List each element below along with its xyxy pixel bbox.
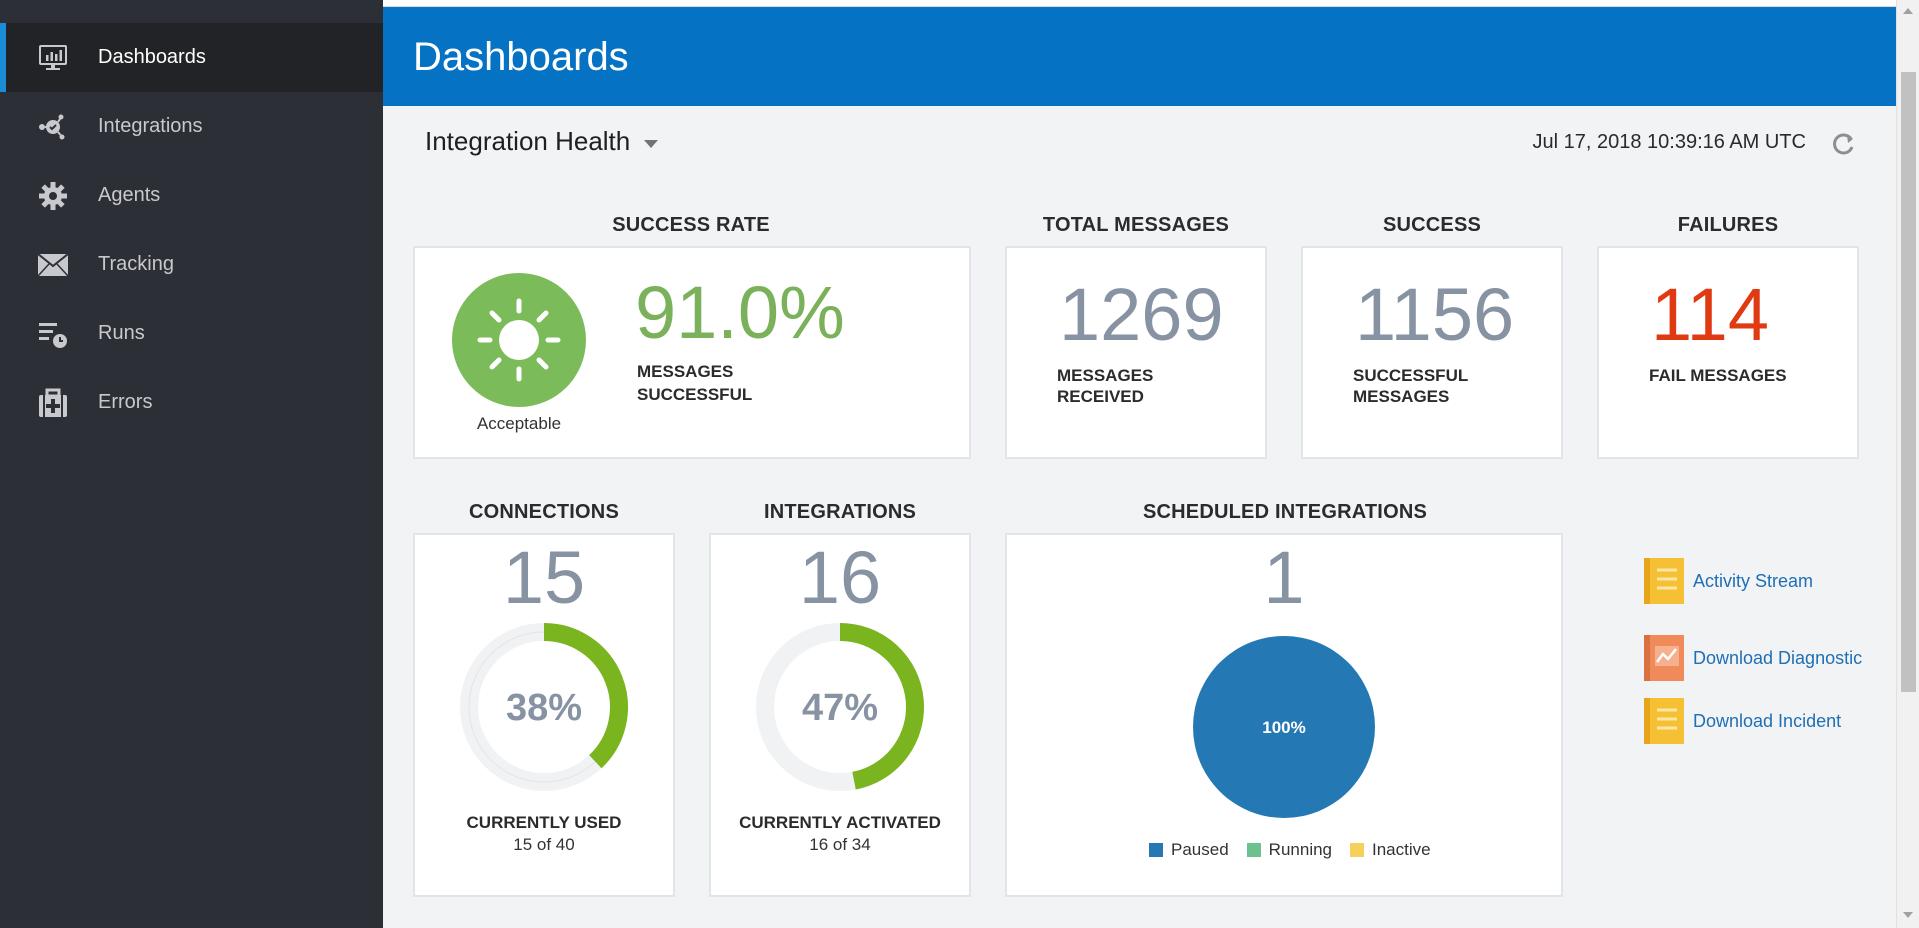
total-messages-card: 1269 MESSAGES RECEIVED: [1005, 246, 1267, 459]
diagnostic-chart-icon: [1643, 634, 1685, 682]
legend-item-inactive[interactable]: Inactive: [1350, 840, 1431, 860]
sidebar-item-errors[interactable]: Errors: [0, 368, 383, 437]
scrollbar-thumb[interactable]: [1901, 72, 1916, 692]
legend-item-running[interactable]: Running: [1246, 840, 1332, 860]
success-rate-caption-1: MESSAGES: [637, 362, 734, 381]
sidebar-item-agents[interactable]: Agents: [0, 161, 383, 230]
connections-title: CONNECTIONS: [469, 501, 619, 523]
chevron-down-icon: [644, 139, 659, 148]
envelope-icon: [36, 248, 70, 282]
success-title: SUCCESS: [1382, 214, 1482, 236]
refresh-icon[interactable]: [1830, 130, 1858, 158]
document-icon: [1643, 697, 1685, 745]
integrations-title: INTEGRATIONS: [763, 501, 917, 523]
medical-kit-icon: [36, 386, 70, 420]
status-label: Acceptable: [476, 414, 562, 433]
page-title: Dashboards: [413, 35, 629, 79]
sidebar-item-label: Agents: [98, 184, 161, 206]
legend-item-paused[interactable]: Paused: [1149, 840, 1229, 860]
total-messages-caption-2: RECEIVED: [1057, 387, 1144, 406]
legend-swatch: [1350, 843, 1364, 857]
sidebar-item-tracking[interactable]: Tracking: [0, 230, 383, 299]
success-rate-value: 91.0%: [635, 271, 845, 354]
top-border: [383, 0, 1896, 7]
failures-value: 114: [1651, 273, 1769, 356]
dashboard-type-label: Integration Health: [425, 126, 631, 156]
integrations-caption: CURRENTLY ACTIVATED: [739, 813, 941, 832]
legend-swatch: [1149, 843, 1163, 857]
sidebar-item-runs[interactable]: Runs: [0, 299, 383, 368]
sidebar-item-dashboards[interactable]: Dashboards: [0, 23, 383, 92]
pie-data-label: 100%: [1262, 718, 1305, 737]
success-value: 1156: [1355, 273, 1515, 356]
sidebar-item-label: Runs: [98, 322, 145, 344]
sun-icon: [477, 298, 561, 382]
success-rate-title: SUCCESS RATE: [612, 214, 770, 236]
last-refresh-timestamp: Jul 17, 2018 10:39:16 AM UTC: [1532, 131, 1807, 153]
runs-clock-icon: [36, 317, 70, 351]
failures-card: 114 FAIL MESSAGES: [1597, 246, 1859, 459]
integrations-percent: 47%: [801, 687, 879, 729]
connections-value: 15: [502, 536, 586, 619]
link-label: Activity Stream: [1693, 570, 1814, 591]
total-messages-value: 1269: [1059, 273, 1224, 356]
main-content: Dashboards Integration Health Jul 17, 20…: [383, 0, 1896, 928]
activity-stream-link[interactable]: Activity Stream: [1643, 557, 1883, 605]
connections-card: 15 38% CURRENTLY USED 15 of 40: [413, 533, 675, 897]
total-messages-title: TOTAL MESSAGES: [1042, 214, 1230, 236]
failures-title: FAILURES: [1677, 214, 1779, 236]
scheduled-integrations-title: SCHEDULED INTEGRATIONS: [1142, 501, 1428, 523]
legend-swatch: [1246, 843, 1261, 857]
success-rate-caption-2: SUCCESSFUL: [637, 385, 753, 404]
download-incident-link[interactable]: Download Incident: [1643, 697, 1883, 745]
monitor-chart-icon: [36, 41, 70, 75]
legend-label: Running: [1268, 840, 1332, 859]
scroll-up-arrow-icon[interactable]: [1903, 8, 1913, 14]
legend-label: Paused: [1171, 840, 1229, 859]
pie-legend: Paused Running Inactive: [1149, 840, 1449, 860]
sidebar-item-label: Tracking: [98, 253, 174, 275]
sidebar-item-label: Integrations: [98, 115, 203, 137]
total-messages-caption-1: MESSAGES: [1057, 366, 1154, 385]
connections-caption: CURRENTLY USED: [466, 813, 622, 832]
scheduled-pie-chart: 100%: [1193, 636, 1375, 818]
success-rate-card: Acceptable 91.0% MESSAGES SUCCESSFUL: [413, 246, 971, 459]
success-caption-2: MESSAGES: [1353, 387, 1450, 406]
success-card: 1156 SUCCESSFUL MESSAGES: [1301, 246, 1563, 459]
integrations-value: 16: [798, 536, 882, 619]
sidebar-item-integrations[interactable]: Integrations: [0, 92, 383, 161]
dashboard-type-dropdown[interactable]: Integration Health: [425, 126, 659, 157]
legend-label: Inactive: [1372, 840, 1431, 859]
document-icon: [1643, 557, 1685, 605]
scroll-down-arrow-icon[interactable]: [1903, 912, 1913, 918]
status-circle: [452, 273, 586, 407]
failures-caption: FAIL MESSAGES: [1649, 366, 1787, 385]
link-label: Download Incident: [1693, 710, 1842, 731]
connections-detail: 15 of 40: [513, 835, 575, 854]
vertical-scrollbar[interactable]: [1896, 0, 1919, 928]
scheduled-integrations-value: 1: [1263, 536, 1305, 619]
connections-percent: 38%: [505, 687, 583, 729]
sidebar-item-label: Dashboards: [98, 46, 206, 68]
page-header: Dashboards: [383, 7, 1896, 106]
link-label: Download Diagnostic: [1693, 647, 1863, 668]
sidebar-item-label: Errors: [98, 391, 153, 413]
scheduled-integrations-card: 1 100% Paused Running Inactive: [1005, 533, 1563, 897]
integrations-card: 16 47% CURRENTLY ACTIVATED 16 of 34: [709, 533, 971, 897]
gear-icon: [36, 179, 70, 213]
success-caption-1: SUCCESSFUL: [1353, 366, 1469, 385]
download-diagnostic-link[interactable]: Download Diagnostic: [1643, 634, 1883, 682]
sidebar: Dashboards Integrations Agents Tracking …: [0, 0, 383, 928]
integrations-detail: 16 of 34: [809, 835, 871, 854]
integrations-icon: [36, 110, 70, 144]
